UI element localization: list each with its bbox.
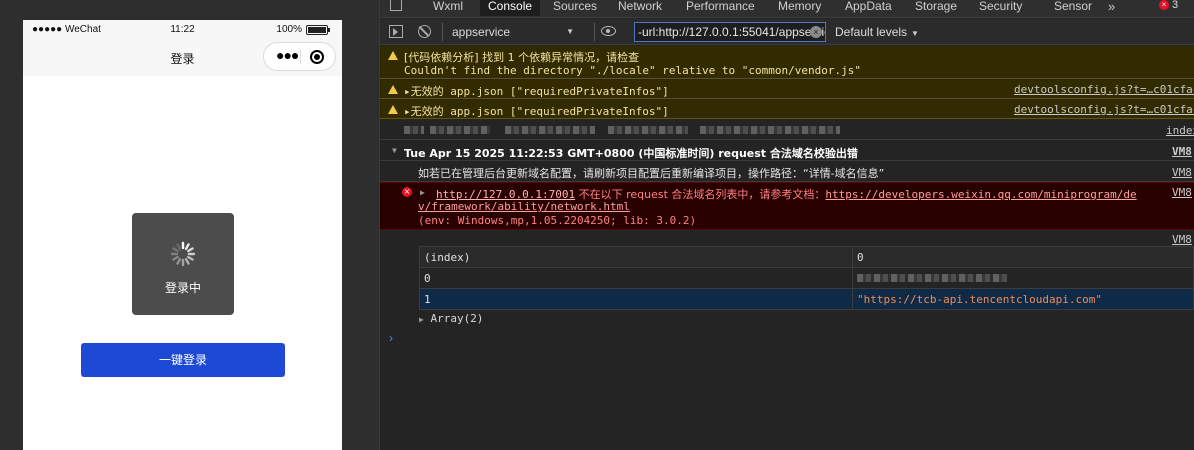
warning-text[interactable]: ▸无效的 app.json ["requiredPrivateInfos"] (404, 83, 669, 99)
log-levels-select[interactable]: Default levels ▼ (835, 22, 919, 42)
tab-sources[interactable]: Sources (553, 0, 597, 18)
sidebar-toggle-icon[interactable] (389, 25, 403, 38)
console-error: × ▶ http://127.0.0.1:7001 不在以下 request 合… (380, 182, 1194, 230)
error-count[interactable]: 3 (1172, 0, 1178, 11)
doc-link[interactable]: https://developers.weixin.qq.com/minipro… (825, 188, 1136, 201)
source-link[interactable]: VM8 (1172, 233, 1194, 246)
warning-icon (388, 85, 398, 94)
chevron-down-icon: ▼ (911, 29, 919, 38)
error-env: (env: Windows,mp,1.05.2204250; lib: 3.0.… (418, 214, 697, 227)
tab-storage[interactable]: Storage (915, 0, 957, 18)
more-tabs-icon[interactable]: » (1108, 0, 1115, 14)
live-expression-eye-icon[interactable] (601, 26, 616, 36)
tab-appdata[interactable]: AppData (845, 0, 892, 18)
source-link[interactable]: devtoolsconfig.js?t=…c01cfac (1014, 103, 1194, 116)
console-table: (index) 0 0 1 "https://tcb-api.tencentcl… (419, 246, 1194, 310)
group-title: Tue Apr 15 2025 11:22:53 GMT+0800 (中国标准时… (404, 147, 858, 160)
info-text: 如若已在管理后台更新域名配置，请刷新项目配置后重新编译项目，操作路径：“详情-域… (418, 167, 885, 180)
table-cell-value (852, 267, 1194, 289)
source-link[interactable]: VM8 (1172, 145, 1194, 158)
table-row: 0 (419, 267, 1194, 289)
tab-wxml[interactable]: Wxml (433, 0, 463, 18)
console-info: 如若已在管理后台更新域名配置，请刷新项目配置后重新编译项目，操作路径：“详情-域… (380, 162, 1194, 182)
console-warning: ▸无效的 app.json ["requiredPrivateInfos"] d… (380, 80, 1194, 99)
doc-link-continued[interactable]: v/framework/ability/network.html (418, 200, 630, 213)
chevron-down-icon: ▼ (566, 27, 574, 36)
expand-triangle-icon[interactable]: ▼ (392, 146, 397, 155)
context-select[interactable]: appservice ▼ (446, 22, 586, 42)
more-icon[interactable]: ●●● (276, 47, 299, 63)
table-row: 1 "https://tcb-api.tencentcloudapi.com" (419, 288, 1194, 310)
inspect-element-icon[interactable] (390, 0, 402, 11)
redacted-text (505, 126, 595, 134)
close-miniprogram-icon[interactable] (310, 50, 324, 64)
source-link[interactable]: devtoolsconfig.js?t=…c01cfac (1014, 83, 1194, 96)
array-label: Array(2) (430, 312, 484, 325)
console-toolbar: appservice ▼ -url:http://127.0.0.1:55041… (380, 19, 1194, 45)
one-click-login-button[interactable]: 一键登录 (81, 343, 285, 377)
redacted-text (430, 126, 490, 134)
console-prompt[interactable]: › (389, 331, 393, 345)
table-cell-index: 1 (419, 288, 853, 310)
context-select-value: appservice (452, 25, 511, 39)
warning-text: [代码依赖分析] 找到 1 个依赖异常情况，请检查 (404, 51, 640, 64)
console-table-header: VM8 (380, 231, 1194, 247)
expand-triangle-icon[interactable]: ▶ (419, 315, 424, 324)
loading-toast: 登录中 (132, 213, 234, 315)
array-expander[interactable]: ▶ Array(2) (419, 312, 483, 325)
toolbar-divider (442, 23, 443, 41)
battery-percent: 100% (276, 24, 302, 35)
toolbar-divider (594, 23, 595, 41)
simulator-panel: ●●●●● WeChat 11:22 100% 登录 ●●● 登录中 一键登录 (0, 0, 380, 450)
tab-console[interactable]: Console (480, 0, 541, 16)
status-bar: ●●●●● WeChat 11:22 100% (23, 20, 342, 40)
source-link[interactable]: VM8 (1172, 186, 1194, 199)
console-group-header[interactable]: ▼ Tue Apr 15 2025 11:22:53 GMT+0800 (中国标… (380, 141, 1194, 161)
console-warning: ▸无效的 app.json ["requiredPrivateInfos"] d… (380, 100, 1194, 119)
redacted-text (857, 273, 1007, 282)
clear-filter-icon[interactable]: × (810, 26, 822, 38)
console-log-redacted: index (380, 120, 1194, 140)
warning-icon (388, 51, 398, 60)
navigation-bar: 登录 ●●● (23, 40, 342, 76)
error-badge-icon[interactable]: × (1159, 0, 1169, 10)
tab-sensor[interactable]: Sensor (1054, 0, 1092, 18)
redacted-text (404, 126, 424, 134)
filter-input[interactable]: -url:http://127.0.0.1:55041/appservice (634, 22, 826, 42)
column-header-0[interactable]: 0 (852, 246, 1194, 268)
clear-console-icon[interactable] (418, 25, 431, 38)
expand-triangle-icon[interactable]: ▶ (420, 188, 425, 197)
table-cell-index: 0 (419, 267, 853, 289)
column-header-index[interactable]: (index) (419, 246, 853, 268)
console-warning: [代码依赖分析] 找到 1 个依赖异常情况，请检查 Couldn't find … (380, 46, 1194, 79)
warning-icon (388, 105, 398, 114)
toast-text: 登录中 (164, 281, 201, 295)
table-cell-value: "https://tcb-api.tencentcloudapi.com" (852, 288, 1194, 310)
tab-performance[interactable]: Performance (686, 0, 755, 18)
battery-icon (306, 25, 330, 35)
log-levels-value: Default levels (835, 25, 908, 39)
warning-text[interactable]: ▸无效的 app.json ["requiredPrivateInfos"] (404, 103, 669, 119)
source-link[interactable]: index (1166, 124, 1194, 137)
phone-screen: ●●●●● WeChat 11:22 100% 登录 ●●● 登录中 一键登录 (23, 20, 342, 450)
redacted-text (700, 126, 840, 134)
tab-memory[interactable]: Memory (778, 0, 821, 18)
tab-security[interactable]: Security (979, 0, 1022, 18)
redacted-text (608, 126, 688, 134)
menu-capsule: ●●● (263, 42, 336, 71)
capsule-divider (300, 50, 301, 64)
loading-spinner-icon (170, 241, 196, 267)
devtools-tab-bar: Wxml Console Sources Network Performance… (380, 0, 1194, 18)
tab-network[interactable]: Network (618, 0, 662, 18)
source-link[interactable]: VM8 (1172, 166, 1194, 179)
table-header-row: (index) 0 (419, 246, 1194, 268)
error-icon: × (402, 187, 412, 197)
warning-text: Couldn't find the directory "./locale" r… (404, 64, 861, 77)
